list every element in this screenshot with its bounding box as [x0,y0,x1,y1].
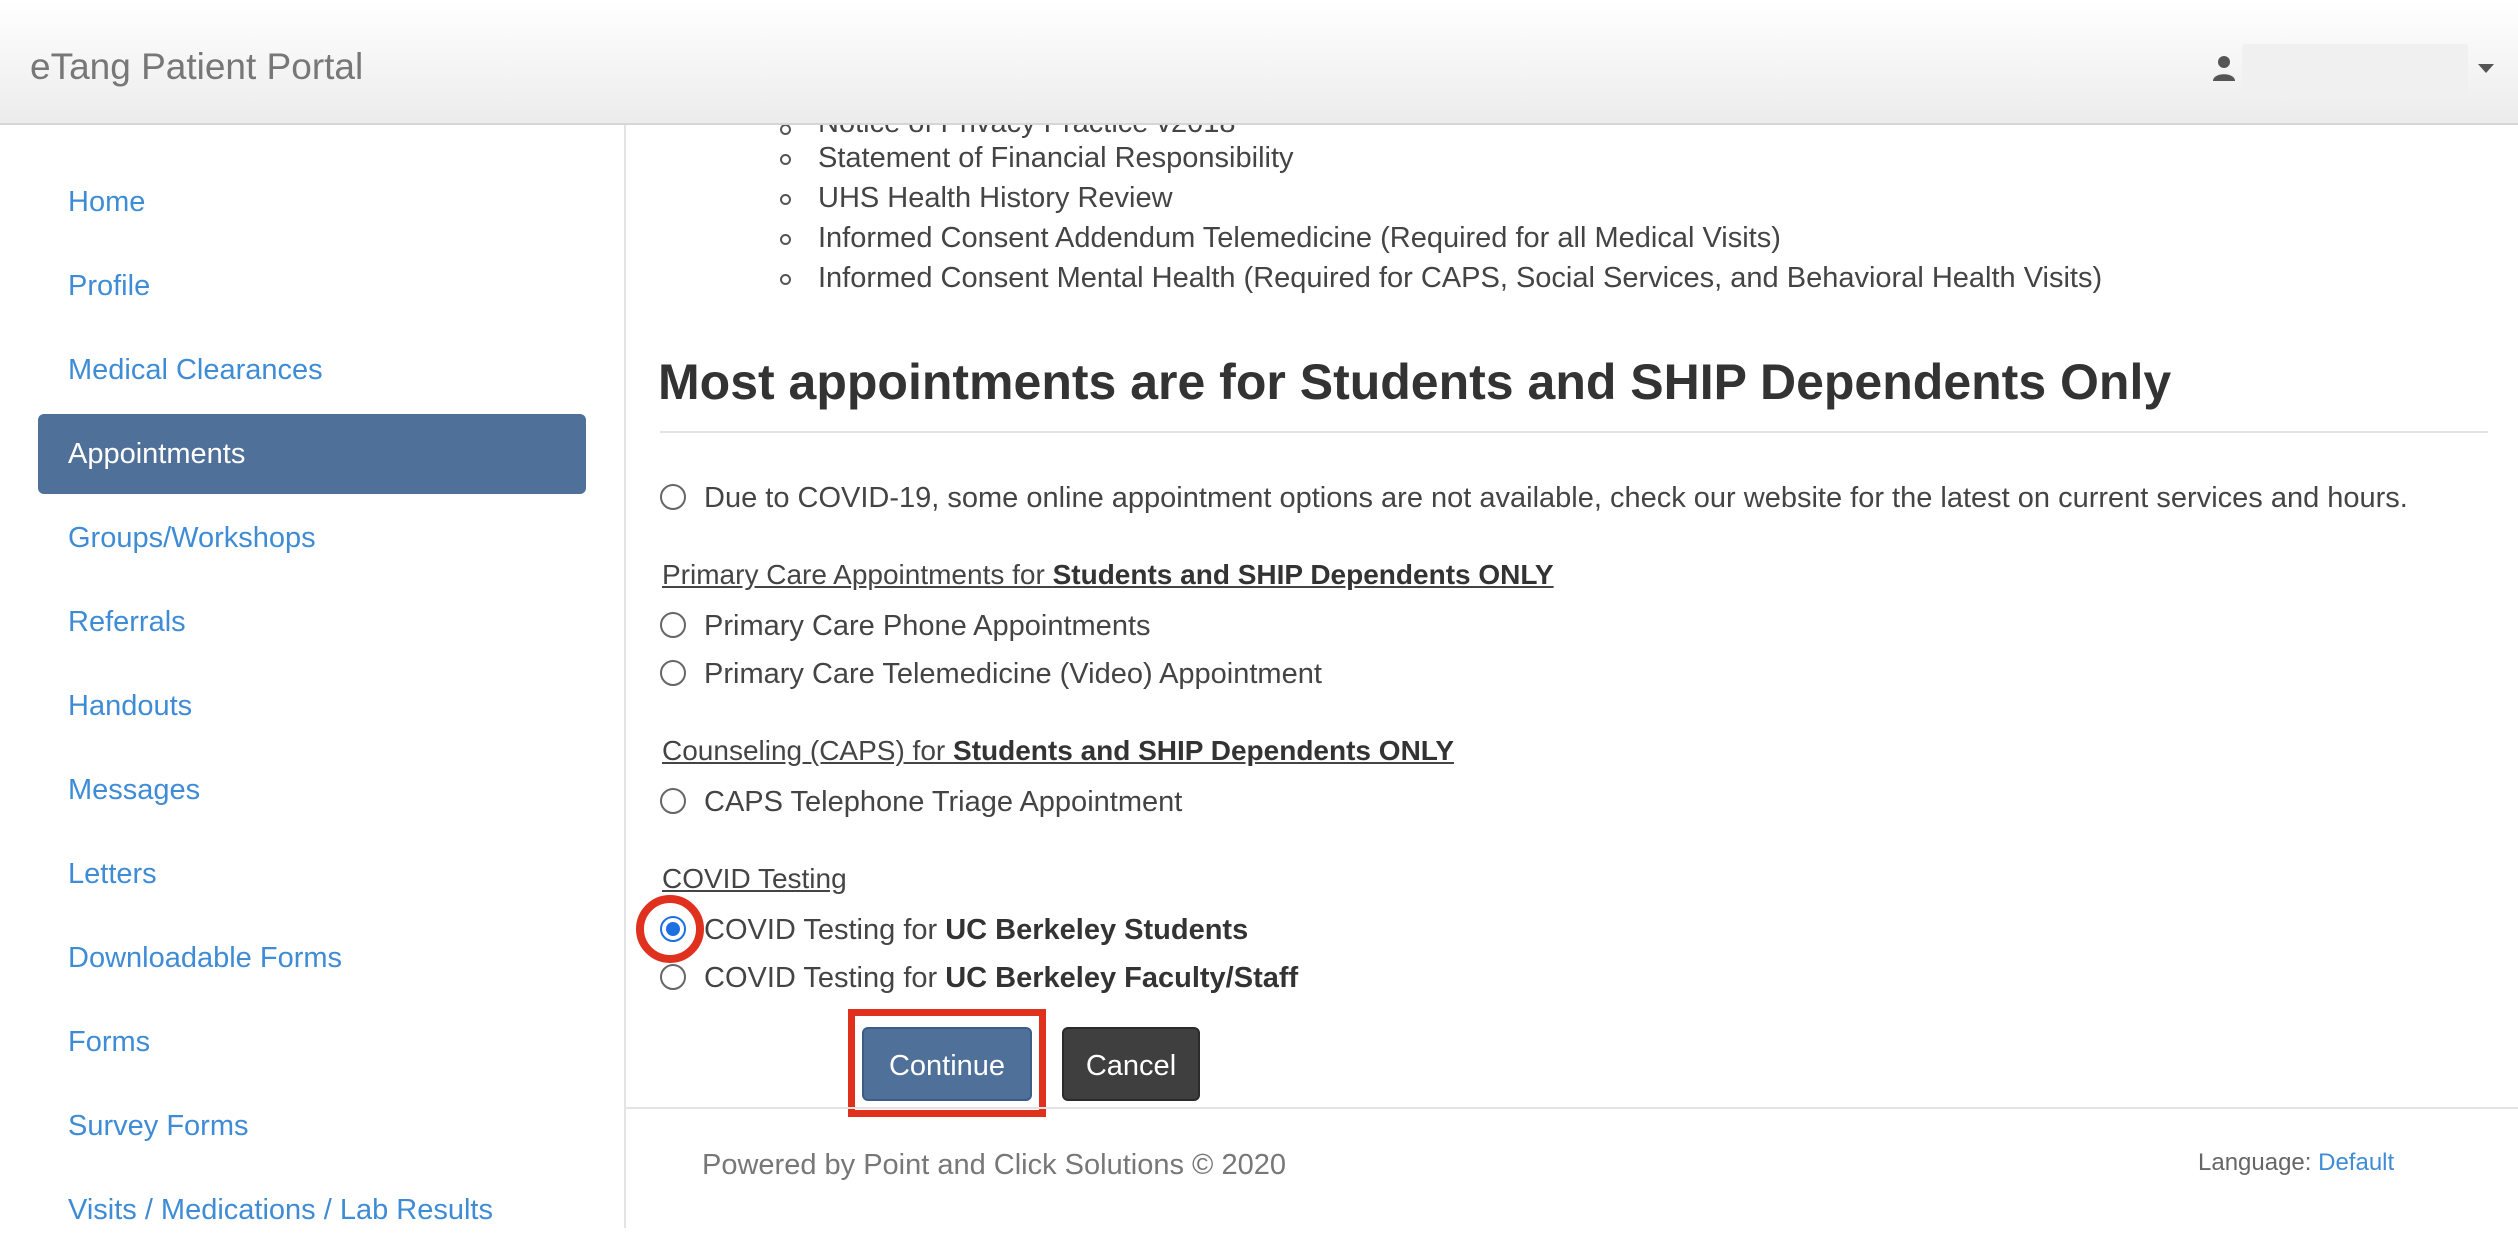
sidebar-item-profile[interactable]: Profile [38,246,586,326]
document-item: Statement of Financial Responsibility [818,142,1294,174]
document-item: Informed Consent Addendum Telemedicine (… [818,222,1781,254]
radio-label: Primary Care Phone Appointments [704,610,1151,642]
section-label-bold: Students and SHIP Dependents ONLY [953,735,1454,766]
covid-testing-section-label: COVID Testing [662,863,847,894]
sidebar-item-home[interactable]: Home [38,162,586,242]
option-bold: UC Berkeley Students [945,914,1249,946]
footer-powered-by: Powered by Point and Click Solutions © 2… [702,1149,1286,1181]
covid-testing-faculty-option[interactable]: COVID Testing for UC Berkeley Faculty/St… [660,958,2500,998]
radio-button[interactable] [660,788,686,814]
option-prefix: COVID Testing for [704,962,946,994]
bullet-icon [780,194,791,205]
highlight-circle [636,895,704,963]
radio-label: Due to COVID-19, some online appointment… [704,482,2408,514]
covid-notice-option[interactable]: Due to COVID-19, some online appointment… [660,478,2500,518]
radio-label: CAPS Telephone Triage Appointment [704,786,1183,818]
primary-care-section-label: Primary Care Appointments for Students a… [662,559,1554,591]
document-item: UHS Health History Review [818,182,1173,214]
counseling-section-label: Counseling (CAPS) for Students and SHIP … [662,735,1454,767]
sidebar-item-messages[interactable]: Messages [38,750,586,830]
primary-care-phone-option[interactable]: Primary Care Phone Appointments [660,606,2500,646]
language-selector: Language: Default [2198,1149,2394,1177]
document-item: Notice of Privacy Practice v2018 [818,125,1235,140]
language-label: Language: [2198,1149,2312,1176]
language-link[interactable]: Default [2318,1149,2394,1176]
radio-button[interactable] [660,612,686,638]
bullet-icon [780,125,791,135]
sidebar-item-medical-clearances[interactable]: Medical Clearances [38,330,586,410]
top-navbar: eTang Patient Portal [0,0,2518,125]
bullet-icon [780,154,791,165]
option-bold: UC Berkeley Faculty/Staff [945,962,1299,994]
radio-button[interactable] [660,964,686,990]
bullet-icon [780,274,791,285]
footer-divider [626,1107,2518,1109]
option-prefix: COVID Testing for [704,914,946,946]
highlight-box [848,1009,1046,1117]
primary-care-video-option[interactable]: Primary Care Telemedicine (Video) Appoin… [660,654,2500,694]
caret-down-icon[interactable] [2478,64,2494,73]
section-label-prefix: Primary Care Appointments for [662,559,1053,590]
sidebar-item-downloadable-forms[interactable]: Downloadable Forms [38,918,586,998]
user-name [2242,44,2468,94]
section-label-prefix: Counseling (CAPS) for [662,735,954,766]
caps-triage-option[interactable]: CAPS Telephone Triage Appointment [660,782,2500,822]
sidebar: Home Profile Medical Clearances Appointm… [0,125,626,1228]
bullet-icon [780,234,791,245]
sidebar-item-handouts[interactable]: Handouts [38,666,586,746]
section-label-bold: Students and SHIP Dependents ONLY [1052,559,1554,590]
sidebar-item-forms[interactable]: Forms [38,1002,586,1082]
divider [660,431,2488,433]
portal-brand[interactable]: eTang Patient Portal [30,46,363,88]
radio-label: COVID Testing for UC Berkeley Students [704,910,1248,950]
user-icon [2213,56,2235,81]
page-heading: Most appointments are for Students and S… [658,354,2172,410]
sidebar-item-groups-workshops[interactable]: Groups/Workshops [38,498,586,578]
document-item: Informed Consent Mental Health (Required… [818,262,2103,294]
sidebar-item-appointments[interactable]: Appointments [38,414,586,494]
main-content: Notice of Privacy Practice v2018 Stateme… [626,125,2518,1228]
sidebar-item-referrals[interactable]: Referrals [38,582,586,662]
radio-label: COVID Testing for UC Berkeley Faculty/St… [704,958,1298,998]
covid-testing-students-option[interactable]: COVID Testing for UC Berkeley Students [660,910,2500,950]
cancel-button[interactable]: Cancel [1062,1027,1200,1101]
radio-label: Primary Care Telemedicine (Video) Appoin… [704,658,1322,690]
sidebar-item-visits-medications-lab-results[interactable]: Visits / Medications / Lab Results [38,1170,586,1250]
radio-button[interactable] [660,484,686,510]
user-menu[interactable] [2200,40,2500,96]
sidebar-item-survey-forms[interactable]: Survey Forms [38,1086,586,1166]
sidebar-item-letters[interactable]: Letters [38,834,586,914]
radio-button[interactable] [660,660,686,686]
